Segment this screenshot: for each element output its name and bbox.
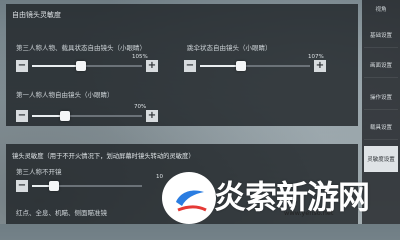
decrease-button[interactable]: − [16, 180, 28, 192]
view-button[interactable]: 视角 [364, 4, 398, 16]
row-label-scopes: 红点、全息、机瞄、侧面瞄准镜 [16, 209, 107, 217]
slider-label-fpp: 第一人称人物自由镜头（小眼睛） [16, 91, 114, 99]
free-camera-panel: 自由镜头灵敏度 第三人称人物、载具状态自由镜头（小眼睛） − 105% + 跳伞… [6, 4, 358, 126]
watermark-logo [162, 172, 216, 224]
decrease-button[interactable]: − [16, 60, 28, 72]
sidebar-item-graphics[interactable]: 画面设置 [364, 52, 398, 78]
sidebar-item-controls[interactable]: 操作设置 [364, 84, 398, 110]
slider-track[interactable]: 10 [32, 174, 163, 191]
slider-label-tpp-vehicle: 第三人称人物、载具状态自由镜头（小眼睛） [16, 44, 146, 52]
watermark-url: www.yenso.net [284, 209, 334, 217]
slider-handle[interactable] [60, 111, 70, 121]
slider-tpp-vehicle: − 105% + [16, 54, 158, 72]
decrease-button[interactable]: − [16, 110, 28, 122]
slider-handle[interactable] [236, 61, 246, 71]
slider-percent: 70% [134, 104, 147, 110]
increase-button[interactable]: + [146, 110, 158, 122]
slider-handle[interactable] [49, 181, 59, 191]
section-title-free-camera: 自由镜头灵敏度 [12, 11, 61, 19]
slider-track[interactable]: 105% [32, 54, 148, 71]
slider-parachute: − 107% + [184, 54, 326, 72]
slider-label-parachute: 跳伞状态自由镜头（小眼睛） [187, 44, 272, 52]
slider-track[interactable]: 107% [200, 54, 324, 71]
slider-track[interactable]: 70% [32, 104, 146, 121]
sidebar-item-basic[interactable]: 基础设置 [364, 22, 398, 48]
increase-button[interactable]: + [314, 60, 326, 72]
slider-fill [32, 65, 81, 67]
decrease-button[interactable]: − [184, 60, 196, 72]
sidebar-item-sensitivity[interactable]: 灵敏度设置 [364, 146, 398, 172]
slider-tpp-no-scope: − 10 [16, 174, 163, 192]
increase-button[interactable]: + [146, 60, 158, 72]
slider-fill [200, 65, 241, 67]
slider-handle[interactable] [76, 61, 86, 71]
section-title-camera-sensitivity: 镜头灵敏度（用于不开火情况下，划动屏幕时镜头转动的灵敏度） [12, 153, 195, 160]
row-label-tpp-no-scope: 第三人称不开镜 [16, 168, 62, 176]
sidebar-item-vehicle[interactable]: 载具设置 [364, 114, 398, 140]
slider-fpp: − 70% + [16, 104, 158, 122]
